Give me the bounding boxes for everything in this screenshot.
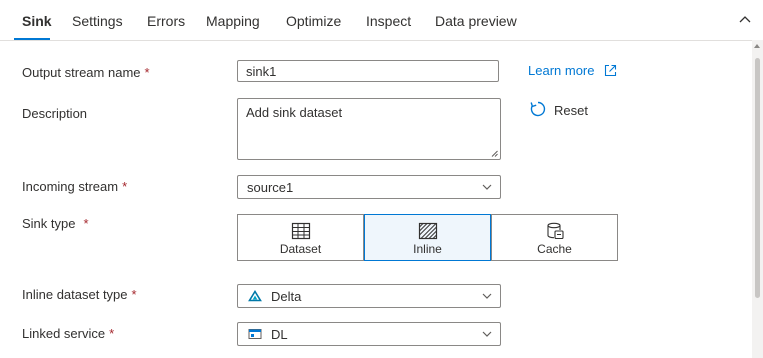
linked-service-value: DL — [271, 327, 288, 342]
required-marker: * — [83, 216, 89, 231]
tab-data-preview[interactable]: Data preview — [435, 13, 517, 29]
required-marker: * — [109, 326, 115, 341]
sink-type-inline-option[interactable]: Inline — [364, 214, 491, 261]
inline-dataset-type-dropdown[interactable]: Delta — [237, 284, 501, 308]
vertical-scrollbar[interactable] — [752, 40, 763, 358]
tab-optimize[interactable]: Optimize — [286, 13, 341, 29]
required-marker: * — [122, 179, 128, 194]
incoming-stream-value: source1 — [247, 180, 294, 195]
reset-icon[interactable] — [529, 100, 547, 118]
sink-type-text: Sink type — [22, 216, 76, 231]
chevron-up-icon[interactable] — [738, 12, 752, 26]
chevron-down-icon — [482, 331, 492, 337]
output-stream-name-text: Output stream name — [22, 65, 141, 80]
sink-type-dataset-option[interactable]: Dataset — [237, 214, 364, 261]
storage-icon — [248, 329, 262, 339]
learn-more-link[interactable]: Learn more — [528, 63, 594, 78]
active-tab-indicator — [14, 38, 50, 40]
reset-button[interactable]: Reset — [554, 103, 588, 118]
output-stream-name-label: Output stream name * — [22, 65, 150, 80]
cache-icon — [547, 222, 564, 240]
sink-type-label: Sink type * — [22, 216, 89, 231]
linked-service-label: Linked service * — [22, 326, 114, 341]
chevron-down-icon — [482, 293, 492, 299]
description-textarea[interactable]: Add sink dataset — [237, 98, 501, 160]
cache-option-label: Cache — [537, 242, 572, 256]
sink-type-cache-option[interactable]: Cache — [491, 214, 618, 261]
tab-mapping[interactable]: Mapping — [206, 13, 260, 29]
tab-errors[interactable]: Errors — [147, 13, 185, 29]
inline-dataset-type-text: Inline dataset type — [22, 287, 128, 302]
delta-icon — [248, 290, 262, 302]
scroll-thumb[interactable] — [755, 58, 760, 298]
tab-bar: Sink Settings Errors Mapping Optimize In… — [0, 0, 763, 41]
linked-service-text: Linked service — [22, 326, 106, 341]
inline-dataset-type-label: Inline dataset type * — [22, 287, 137, 302]
description-value: Add sink dataset — [246, 105, 343, 120]
scroll-up-arrow-icon[interactable] — [754, 44, 760, 48]
tab-sink[interactable]: Sink — [22, 13, 52, 29]
description-label: Description — [22, 106, 88, 121]
resize-handle-icon[interactable] — [491, 150, 498, 157]
output-stream-name-value: sink1 — [246, 64, 277, 79]
table-icon — [291, 222, 311, 240]
dataset-option-label: Dataset — [279, 242, 322, 256]
inline-option-label: Inline — [413, 242, 442, 256]
incoming-stream-dropdown[interactable]: source1 — [237, 175, 501, 199]
inline-dataset-type-value: Delta — [271, 289, 302, 304]
incoming-stream-text: Incoming stream — [22, 179, 119, 194]
chevron-down-icon — [482, 184, 492, 190]
tab-inspect[interactable]: Inspect — [366, 13, 411, 29]
tab-settings[interactable]: Settings — [72, 13, 123, 29]
output-stream-name-input[interactable]: sink1 — [237, 60, 499, 82]
linked-service-dropdown[interactable]: DL — [237, 322, 501, 346]
inline-hatched-icon — [418, 222, 438, 240]
required-marker: * — [131, 287, 137, 302]
external-link-icon[interactable] — [604, 64, 617, 77]
incoming-stream-label: Incoming stream * — [22, 179, 127, 194]
required-marker: * — [144, 65, 150, 80]
